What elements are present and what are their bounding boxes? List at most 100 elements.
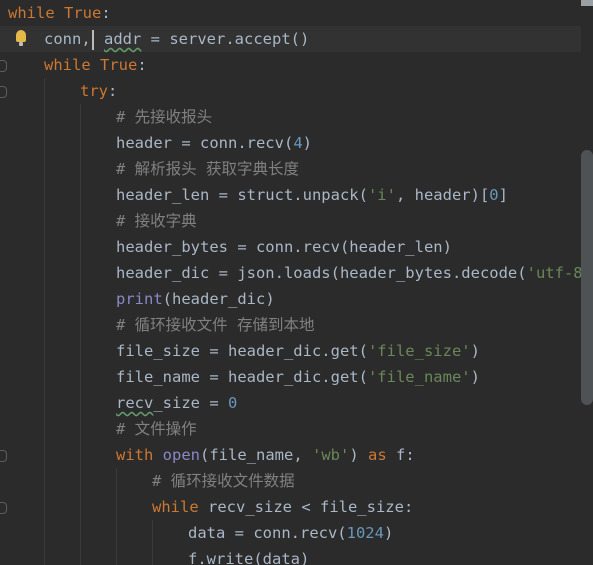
code-token: open bbox=[162, 446, 200, 464]
indent-guide bbox=[44, 520, 45, 546]
code-line[interactable]: f.write(data) bbox=[0, 546, 593, 565]
indent-guide bbox=[116, 546, 117, 565]
code-token: addr bbox=[104, 30, 142, 48]
indent-guide bbox=[80, 468, 81, 494]
indent-guide bbox=[44, 234, 45, 260]
indent-guide bbox=[44, 546, 45, 565]
scrollbar-thumb[interactable] bbox=[581, 150, 593, 405]
code-line[interactable]: # 先接收报头 bbox=[0, 104, 593, 130]
vertical-scrollbar[interactable] bbox=[581, 0, 593, 565]
code-token: , header)[ bbox=[395, 186, 490, 204]
code-text: while True: bbox=[44, 52, 147, 78]
code-line[interactable]: # 文件操作 bbox=[0, 416, 593, 442]
indent-guide bbox=[44, 182, 45, 208]
indent-guide bbox=[44, 468, 45, 494]
code-token: 1024 bbox=[346, 524, 384, 542]
code-token: conn bbox=[44, 30, 82, 48]
indent-guide bbox=[44, 416, 45, 442]
code-line[interactable]: with open(file_name, 'wb') as f: bbox=[0, 442, 593, 468]
code-line[interactable]: # 循环接收文件 存储到本地 bbox=[0, 312, 593, 338]
code-line[interactable]: file_size = header_dic.get('file_size') bbox=[0, 338, 593, 364]
code-token: ) bbox=[302, 134, 312, 152]
code-line[interactable]: header_bytes = conn.recv(header_len) bbox=[0, 234, 593, 260]
fold-marker-icon[interactable] bbox=[0, 86, 7, 98]
code-token: : bbox=[137, 56, 147, 74]
code-token: # 先接收报头 bbox=[116, 108, 213, 126]
fold-marker-icon[interactable] bbox=[0, 502, 7, 514]
indent-guide bbox=[44, 494, 45, 520]
code-line[interactable]: recv_size = 0 bbox=[0, 390, 593, 416]
indent-guide bbox=[80, 130, 81, 156]
code-line[interactable]: while True: bbox=[0, 0, 593, 26]
code-text: header_len = struct.unpack('i', header)[… bbox=[116, 182, 508, 208]
code-token: : bbox=[101, 4, 111, 22]
code-text: header = conn.recv(4) bbox=[116, 130, 312, 156]
code-token: f: bbox=[386, 446, 415, 464]
code-token: with bbox=[116, 446, 154, 464]
code-line[interactable]: while recv_size < file_size: bbox=[0, 494, 593, 520]
code-token: ) bbox=[470, 368, 480, 386]
code-token: True bbox=[64, 4, 102, 22]
code-token: recv_size < file_size: bbox=[198, 498, 414, 516]
indent-guide bbox=[44, 286, 45, 312]
code-line[interactable]: print(header_dic) bbox=[0, 286, 593, 312]
code-editor[interactable]: while True: conn, addr = server.accept()… bbox=[0, 0, 593, 565]
indent-guide bbox=[80, 312, 81, 338]
code-line[interactable]: try: bbox=[0, 78, 593, 104]
code-text: f.write(data) bbox=[188, 546, 309, 565]
indent-guide bbox=[80, 494, 81, 520]
code-line[interactable]: data = conn.recv(1024) bbox=[0, 520, 593, 546]
code-text: try: bbox=[80, 78, 117, 104]
code-token: header_bytes = conn.recv(header_len) bbox=[116, 238, 452, 256]
code-text: while recv_size < file_size: bbox=[152, 494, 413, 520]
code-token: : bbox=[108, 82, 118, 100]
code-token: print bbox=[116, 290, 163, 308]
indent-guide bbox=[44, 78, 45, 104]
code-line[interactable]: # 解析报头 获取字典长度 bbox=[0, 156, 593, 182]
indent-guide bbox=[80, 442, 81, 468]
code-line[interactable]: header_len = struct.unpack('i', header)[… bbox=[0, 182, 593, 208]
indent-guide bbox=[80, 364, 81, 390]
code-line[interactable]: header_dic = json.loads(header_bytes.dec… bbox=[0, 260, 593, 286]
code-token: f.write(data) bbox=[188, 550, 310, 565]
code-line-current[interactable]: conn, addr = server.accept() bbox=[0, 26, 593, 52]
code-text: file_size = header_dic.get('file_size') bbox=[116, 338, 480, 364]
indent-guide bbox=[44, 364, 45, 390]
code-token: = server.accept() bbox=[141, 30, 310, 48]
code-token: file_name = header_dic.get( bbox=[116, 368, 368, 386]
intention-bulb-icon[interactable] bbox=[16, 30, 26, 46]
code-token: ) bbox=[383, 524, 394, 542]
code-text: data = conn.recv(1024) bbox=[188, 520, 393, 546]
code-text: recv_size = 0 bbox=[116, 390, 237, 416]
code-text: # 循环接收文件数据 bbox=[152, 468, 295, 494]
fold-marker-icon[interactable] bbox=[0, 60, 7, 72]
code-line[interactable]: file_name = header_dic.get('file_name') bbox=[0, 364, 593, 390]
code-text: # 接收字典 bbox=[116, 208, 197, 234]
indent-guide bbox=[80, 208, 81, 234]
indent-guide bbox=[80, 286, 81, 312]
error-stripe-marker[interactable] bbox=[581, 0, 593, 6]
indent-guide bbox=[44, 312, 45, 338]
indent-guide bbox=[152, 546, 153, 565]
code-token: header = conn.recv( bbox=[116, 134, 294, 152]
code-line[interactable]: # 接收字典 bbox=[0, 208, 593, 234]
code-line[interactable]: header = conn.recv(4) bbox=[0, 130, 593, 156]
code-line[interactable]: while True: bbox=[0, 52, 593, 78]
code-token: header_dic = json.loads(header_bytes.dec… bbox=[116, 264, 527, 282]
code-token: 'file_name' bbox=[367, 368, 471, 386]
indent-guide bbox=[44, 104, 45, 130]
code-token: ] bbox=[498, 186, 508, 204]
indent-guide bbox=[80, 546, 81, 565]
code-token: as bbox=[367, 446, 387, 464]
code-token: # 接收字典 bbox=[116, 212, 197, 230]
code-line[interactable]: # 循环接收文件数据 bbox=[0, 468, 593, 494]
code-token: while bbox=[8, 4, 55, 22]
fold-marker-icon[interactable] bbox=[0, 450, 7, 462]
code-token: _size = bbox=[153, 394, 228, 412]
code-text: conn, addr = server.accept() bbox=[44, 26, 309, 52]
code-text: # 先接收报头 bbox=[116, 104, 212, 130]
